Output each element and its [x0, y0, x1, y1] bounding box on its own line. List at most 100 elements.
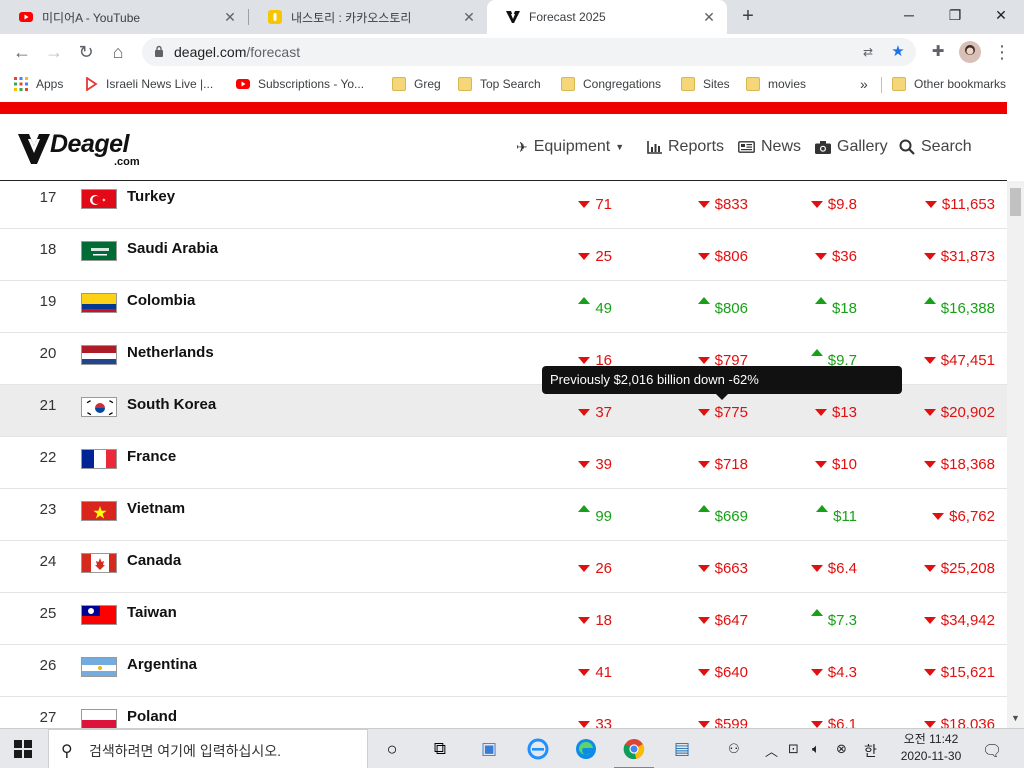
country-link[interactable]: Vietnam	[127, 500, 185, 517]
back-arrow-icon[interactable]: ←	[10, 40, 34, 64]
scrollbar-thumb[interactable]	[1010, 188, 1021, 216]
bookmark-star-icon[interactable]: ★	[888, 42, 908, 62]
monitor-app-icon[interactable]: ▣	[477, 737, 501, 761]
bookmark-sites[interactable]: Sites	[681, 76, 730, 92]
value-cell[interactable]: 18	[522, 609, 612, 631]
ime-indicator[interactable]: 한	[864, 741, 877, 761]
value-cell[interactable]: $18,368	[885, 453, 995, 475]
value-cell[interactable]: $6,762	[885, 505, 995, 527]
home-icon[interactable]: ⌂	[106, 40, 130, 64]
value-cell[interactable]: $34,942	[885, 609, 995, 631]
value-cell[interactable]: $31,873	[885, 245, 995, 267]
nav-gallery[interactable]: Gallery	[815, 136, 888, 158]
bookmark-israeli-news[interactable]: Israeli News Live |...	[84, 76, 213, 92]
value-cell[interactable]: $669	[638, 504, 748, 527]
document-app-icon[interactable]: ▤	[670, 737, 694, 761]
value-cell[interactable]: $25,208	[885, 557, 995, 579]
value-cell[interactable]: 37	[522, 401, 612, 423]
page-scrollbar[interactable]: ▼	[1007, 181, 1024, 728]
value-cell[interactable]: 71	[522, 193, 612, 215]
table-row[interactable]: 25 Taiwan 18 $647 $7.3 $34,942	[0, 593, 1007, 645]
tab-kakaostory[interactable]: 내스토리 : 카카오스토리 ✕	[249, 0, 487, 34]
country-link[interactable]: Taiwan	[127, 604, 177, 621]
reload-icon[interactable]: ↻	[74, 40, 98, 64]
scroll-down-arrow-icon[interactable]: ▼	[1011, 713, 1020, 723]
windows-start-icon[interactable]	[14, 740, 32, 758]
task-view-icon[interactable]: ⧉	[428, 737, 452, 761]
value-cell[interactable]: $20,902	[885, 401, 995, 423]
notification-off-icon[interactable]: ⊗	[836, 741, 847, 757]
country-link[interactable]: Argentina	[127, 656, 197, 673]
value-cell[interactable]: $599	[638, 713, 748, 728]
table-row[interactable]: 23 Vietnam 99 $669 $11 $6,762	[0, 489, 1007, 541]
bookmark-congregations[interactable]: Congregations	[561, 76, 661, 92]
value-cell[interactable]: $806	[638, 296, 748, 319]
tray-chevron-up-icon[interactable]: ︿	[765, 741, 778, 760]
value-cell[interactable]: $13	[767, 401, 857, 423]
country-link[interactable]: Turkey	[127, 188, 175, 205]
table-row[interactable]: 22 France 39 $718 $10 $18,368	[0, 437, 1007, 489]
taskbar-search-box[interactable]: ⚲ 검색하려면 여기에 입력하십시오.	[48, 729, 368, 768]
country-link[interactable]: Saudi Arabia	[127, 240, 218, 257]
close-icon[interactable]: ✕	[222, 9, 238, 26]
value-cell[interactable]: $647	[638, 609, 748, 631]
bookmark-subscriptions[interactable]: Subscriptions - Yo...	[236, 76, 364, 92]
bookmark-top-search[interactable]: Top Search	[458, 76, 541, 92]
value-cell[interactable]: 33	[522, 713, 612, 728]
value-cell[interactable]: 25	[522, 245, 612, 267]
cortana-icon[interactable]: ○	[380, 737, 404, 761]
value-cell[interactable]: $718	[638, 453, 748, 475]
internet-explorer-icon[interactable]	[526, 737, 550, 761]
nav-equipment[interactable]: ✈ Equipment ▼	[516, 136, 624, 158]
value-cell[interactable]: $36	[767, 245, 857, 267]
people-icon[interactable]: ⚇	[728, 741, 740, 757]
action-center-icon[interactable]: 🗨︎	[982, 741, 1002, 761]
nav-search[interactable]: Search	[899, 136, 972, 158]
value-cell[interactable]: $7.3	[767, 608, 857, 631]
menu-kebab-icon[interactable]: ⋮	[990, 40, 1014, 64]
value-cell[interactable]: 49	[522, 296, 612, 319]
new-tab-button[interactable]: +	[736, 4, 760, 28]
value-cell[interactable]: $775	[638, 401, 748, 423]
bookmark-apps[interactable]: Apps	[14, 76, 63, 92]
address-bar[interactable]: deagel.com/forecast ⇄ ★	[142, 38, 916, 66]
chrome-icon[interactable]	[622, 737, 646, 761]
value-cell[interactable]: $18	[767, 296, 857, 319]
country-link[interactable]: Poland	[127, 708, 177, 725]
country-link[interactable]: South Korea	[127, 396, 216, 413]
value-cell[interactable]: $9.8	[767, 193, 857, 215]
value-cell[interactable]: $833	[638, 193, 748, 215]
value-cell[interactable]: $6.1	[767, 713, 857, 728]
value-cell[interactable]: 99	[522, 504, 612, 527]
value-cell[interactable]: 26	[522, 557, 612, 579]
country-link[interactable]: Netherlands	[127, 344, 214, 361]
restore-icon[interactable]: ❐	[932, 0, 978, 30]
table-row[interactable]: 24 Canada 26 $663 $6.4 $25,208	[0, 541, 1007, 593]
translate-icon[interactable]: ⇄	[858, 42, 878, 62]
value-cell[interactable]: $640	[638, 661, 748, 683]
bookmark-greg[interactable]: Greg	[392, 76, 441, 92]
value-cell[interactable]: 39	[522, 453, 612, 475]
country-link[interactable]: France	[127, 448, 176, 465]
value-cell[interactable]: $18,036	[885, 713, 995, 728]
close-icon[interactable]: ✕	[461, 9, 477, 26]
taskbar-clock[interactable]: 오전 11:42 2020-11-30	[894, 731, 968, 765]
value-cell[interactable]: $11,653	[885, 193, 995, 215]
value-cell[interactable]: $806	[638, 245, 748, 267]
tab-forecast[interactable]: Forecast 2025 ✕	[487, 0, 727, 34]
profile-avatar[interactable]	[959, 41, 981, 63]
close-icon[interactable]: ✕	[701, 9, 717, 26]
value-cell[interactable]: $16,388	[885, 296, 995, 319]
value-cell[interactable]: $15,621	[885, 661, 995, 683]
value-cell[interactable]: 41	[522, 661, 612, 683]
value-cell[interactable]: $6.4	[767, 557, 857, 579]
tab-youtube[interactable]: 미디어A - YouTube ✕	[0, 0, 248, 34]
bookmark-other[interactable]: Other bookmarks	[892, 76, 1006, 92]
bookmarks-overflow-button[interactable]: »	[860, 76, 868, 92]
value-cell[interactable]: $11	[767, 504, 857, 527]
minimize-icon[interactable]: ─	[886, 0, 932, 30]
site-logo[interactable]: Deagel .com	[18, 130, 148, 170]
extensions-icon[interactable]: ✚	[926, 40, 950, 64]
volume-icon[interactable]: 🔈︎	[812, 741, 820, 757]
country-link[interactable]: Colombia	[127, 292, 195, 309]
